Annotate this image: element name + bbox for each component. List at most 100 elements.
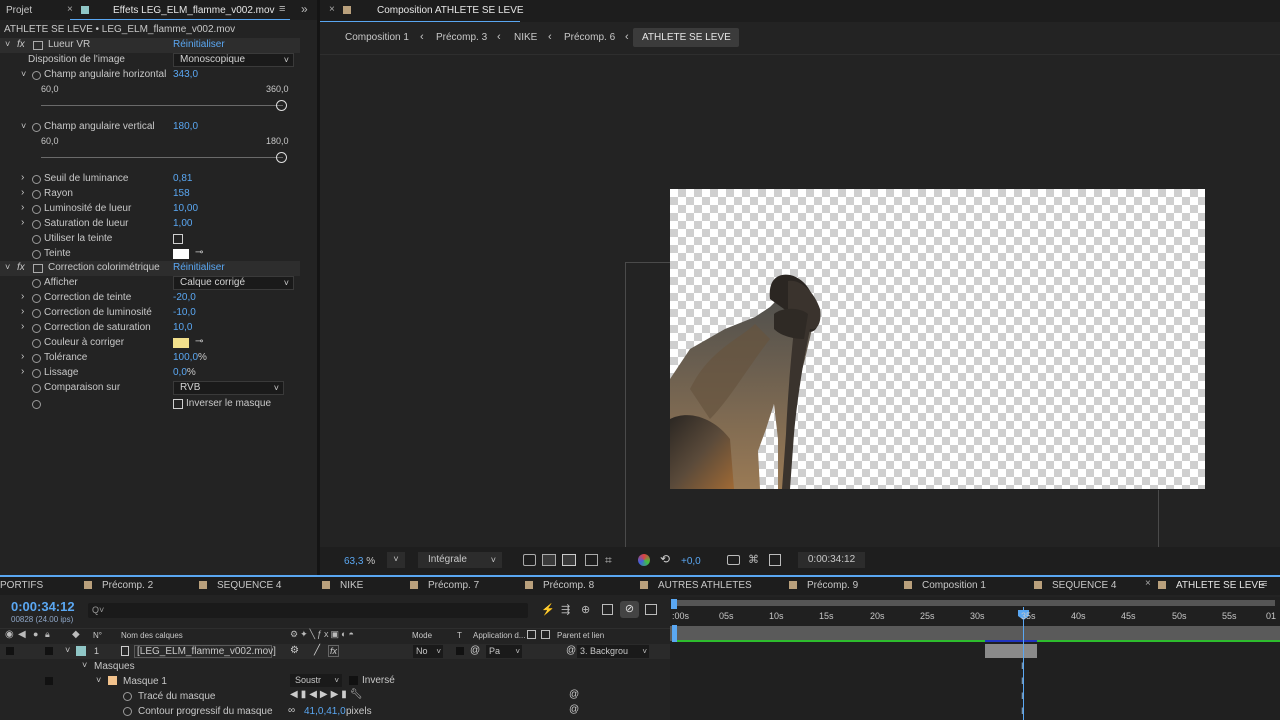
stopwatch-icon[interactable] bbox=[32, 220, 41, 229]
expand-panels-icon[interactable]: » bbox=[301, 2, 308, 16]
stopwatch-icon[interactable] bbox=[32, 235, 41, 244]
mask-inverted-checkbox[interactable] bbox=[349, 676, 358, 685]
keyframe-marker-icon[interactable]: I bbox=[1021, 706, 1024, 716]
stopwatch-icon[interactable] bbox=[32, 250, 41, 259]
stopwatch-icon[interactable] bbox=[32, 384, 41, 393]
stopwatch-icon[interactable] bbox=[123, 707, 132, 716]
chevron-right-icon[interactable]: › bbox=[21, 172, 24, 183]
timeline-tab[interactable]: Précomp. 8 bbox=[543, 580, 594, 591]
chevron-down-icon[interactable]: ˅ bbox=[21, 121, 26, 131]
stopwatch-icon[interactable] bbox=[32, 190, 41, 199]
current-time-field[interactable]: 0:00:34:12 bbox=[798, 552, 865, 568]
close-icon[interactable]: × bbox=[329, 4, 335, 15]
stopwatch-icon[interactable] bbox=[123, 692, 132, 701]
timeline-tab[interactable]: SEQUENCE 4 bbox=[217, 580, 281, 591]
resolution-dropdown[interactable]: Intégrale ˅ bbox=[418, 552, 502, 568]
mask-lock-switch[interactable] bbox=[45, 677, 53, 685]
stopwatch-icon[interactable] bbox=[32, 71, 41, 80]
expression-pickwhip-icon[interactable]: @ bbox=[569, 689, 579, 700]
snapshot-camera-icon[interactable] bbox=[727, 555, 740, 565]
mask-mode-dropdown[interactable]: Soustr ˅ bbox=[290, 674, 342, 687]
inverser-masque-checkbox[interactable] bbox=[173, 399, 183, 409]
v-angle-value[interactable]: 180,0 bbox=[173, 121, 198, 132]
switches-icons[interactable]: ⚙✦╲ƒx▣◐◓ bbox=[290, 629, 356, 640]
chevron-right-icon[interactable]: › bbox=[21, 291, 24, 302]
stopwatch-icon[interactable] bbox=[32, 354, 41, 363]
fx-icon[interactable]: fx bbox=[17, 262, 25, 273]
corr-lum-value[interactable]: -10,0 bbox=[173, 307, 196, 318]
chevron-right-icon[interactable]: › bbox=[21, 306, 24, 317]
label-tag-icon[interactable]: ◆ bbox=[72, 629, 80, 640]
pickwhip-icon[interactable]: @ bbox=[470, 645, 480, 656]
col-t[interactable]: T bbox=[457, 631, 462, 640]
timeline-tab[interactable]: AUTRES ATHLETES bbox=[658, 580, 752, 591]
chevron-right-icon[interactable]: › bbox=[21, 351, 24, 362]
timeline-tab[interactable]: NIKE bbox=[340, 580, 363, 591]
mask1-label[interactable]: Masque 1 bbox=[123, 676, 167, 687]
breadcrumb-precomp-3[interactable]: Précomp. 3 bbox=[436, 32, 487, 43]
corr-teinte-value[interactable]: -20,0 bbox=[173, 292, 196, 303]
stopwatch-icon[interactable] bbox=[32, 175, 41, 184]
mask-feather-value[interactable]: 41,0,41,0 bbox=[304, 706, 346, 717]
zoom-field[interactable]: 63,3 % bbox=[344, 556, 375, 567]
composition-flowchart-icon[interactable] bbox=[645, 604, 657, 615]
fx-icon[interactable]: fx bbox=[17, 39, 25, 50]
blend-mode-dropdown[interactable]: No ˅ bbox=[413, 645, 443, 658]
layer-name[interactable]: [LEG_ELM_flamme_v002.mov] bbox=[134, 645, 276, 658]
lissage-value[interactable]: 0,0 bbox=[173, 367, 187, 378]
h-angle-value[interactable]: 343,0 bbox=[173, 69, 198, 80]
channel-icon[interactable] bbox=[638, 554, 650, 566]
rayon-value[interactable]: 158 bbox=[173, 188, 190, 199]
visibility-switch[interactable] bbox=[6, 647, 14, 655]
chevron-down-icon[interactable]: ˅ bbox=[65, 645, 70, 655]
couleur-color-swatch[interactable] bbox=[173, 338, 189, 348]
lock-icon[interactable]: 🔒︎ bbox=[45, 629, 50, 640]
panel-menu-icon[interactable]: ≡ bbox=[279, 3, 285, 15]
v-angle-slider-knob[interactable] bbox=[276, 152, 287, 163]
chevron-right-icon[interactable]: › bbox=[21, 217, 24, 228]
comp-canvas[interactable] bbox=[670, 189, 1205, 489]
mask-visibility-icon[interactable] bbox=[562, 554, 576, 566]
seuil-value[interactable]: 0,81 bbox=[173, 173, 192, 184]
fast-preview-icon[interactable] bbox=[523, 554, 536, 566]
reset-exposure-icon[interactable]: ⟲ bbox=[660, 552, 670, 566]
disposition-dropdown[interactable]: Monoscopique ˅ bbox=[173, 53, 294, 67]
parent-dropdown[interactable]: 3. Backgrou ˅ bbox=[577, 645, 649, 658]
breadcrumb-nike[interactable]: NIKE bbox=[514, 32, 537, 43]
keyframe-nav-icons[interactable]: ◀▮◀▶▶▮🔧︎ bbox=[290, 689, 365, 700]
graph-editor-icon[interactable]: ⊘ bbox=[620, 601, 639, 618]
parent-pickwhip-icon[interactable]: @ bbox=[566, 645, 576, 656]
tolerance-value[interactable]: 100,0 bbox=[173, 352, 198, 363]
eyedropper-icon[interactable]: ⊸ bbox=[195, 336, 203, 347]
frame-blending-icon[interactable]: ⊕ bbox=[581, 603, 590, 616]
timeline-timecode[interactable]: 0:00:34:12 bbox=[11, 599, 75, 614]
keyframe-marker-icon[interactable]: I bbox=[1021, 676, 1024, 686]
stopwatch-icon[interactable] bbox=[32, 400, 41, 409]
timeline-tab[interactable]: PORTIFS bbox=[0, 580, 43, 591]
keyframe-marker-icon[interactable]: I bbox=[1021, 691, 1024, 701]
stopwatch-icon[interactable] bbox=[32, 294, 41, 303]
expression-pickwhip-icon[interactable]: @ bbox=[569, 704, 579, 715]
panel-menu-icon[interactable]: ≡ bbox=[1261, 578, 1267, 590]
corr-sat-value[interactable]: 10,0 bbox=[173, 322, 192, 333]
stopwatch-icon[interactable] bbox=[32, 205, 41, 214]
timeline-tab[interactable]: Composition 1 bbox=[922, 580, 986, 591]
tab-projet[interactable]: Projet bbox=[6, 5, 32, 16]
constrain-link-icon[interactable]: ∞ bbox=[288, 705, 295, 716]
stopwatch-icon[interactable] bbox=[32, 279, 41, 288]
layer-color-label[interactable] bbox=[76, 646, 86, 656]
zoom-dropdown-chevron-icon[interactable]: ˅ bbox=[387, 552, 405, 568]
reset-lueur-link[interactable]: Réinitialiser bbox=[173, 39, 225, 50]
layer-duration-bar[interactable] bbox=[985, 644, 1037, 658]
teinte-color-swatch[interactable] bbox=[173, 249, 189, 259]
luminosite-lueur-value[interactable]: 10,00 bbox=[173, 203, 198, 214]
close-icon[interactable]: × bbox=[1145, 578, 1151, 589]
eyedropper-icon[interactable]: ⊸ bbox=[195, 247, 203, 258]
eye-icon[interactable]: ◉ bbox=[5, 629, 14, 640]
chevron-down-icon[interactable]: ˅ bbox=[5, 39, 10, 49]
timeline-tab[interactable]: SEQUENCE 4 bbox=[1052, 580, 1116, 591]
chevron-down-icon[interactable]: ˅ bbox=[82, 660, 87, 670]
col-application[interactable]: Application d... bbox=[473, 631, 525, 640]
h-angle-slider-knob[interactable] bbox=[276, 100, 287, 111]
timeline-tab[interactable]: Précomp. 7 bbox=[428, 580, 479, 591]
